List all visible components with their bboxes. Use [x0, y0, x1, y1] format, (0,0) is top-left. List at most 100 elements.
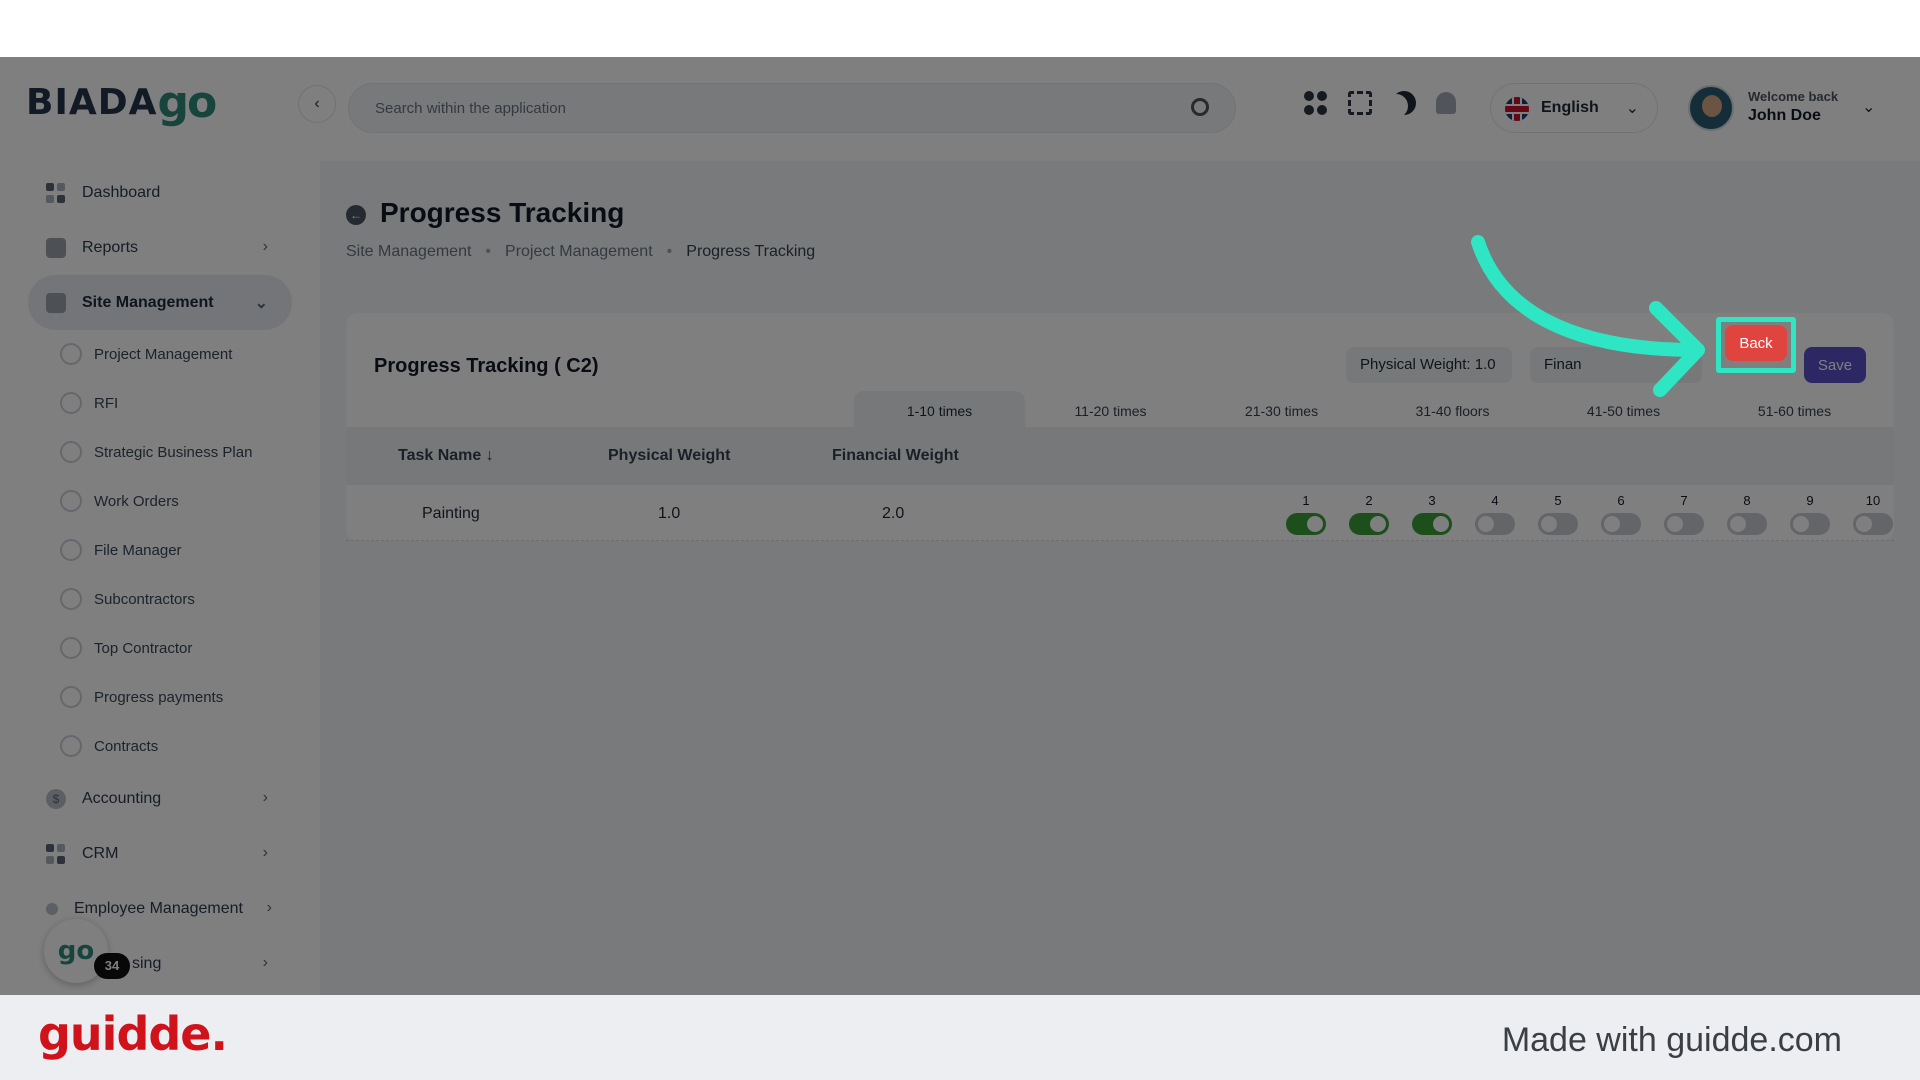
progress-toggle-10[interactable]: 10	[1853, 493, 1893, 537]
bell-icon[interactable]	[1436, 92, 1456, 114]
employee-icon	[46, 903, 58, 915]
back-arrow-icon[interactable]: ←	[346, 205, 366, 225]
toggle-number: 3	[1428, 493, 1436, 508]
sidebar-subitem-label: Strategic Business Plan	[94, 444, 253, 461]
tab-31-40[interactable]: 31-40 floors	[1367, 391, 1538, 427]
physical-weight-cell: 1.0	[658, 505, 681, 522]
breadcrumb-site-management[interactable]: Site Management	[346, 243, 471, 261]
sidebar-item-dashboard[interactable]: Dashboard	[28, 165, 292, 220]
toggle-switch[interactable]	[1853, 513, 1893, 535]
toggle-switch[interactable]	[1727, 513, 1767, 535]
toggle-switch[interactable]	[1601, 513, 1641, 535]
tab-41-50[interactable]: 41-50 times	[1538, 391, 1709, 427]
spotlight: Back	[1725, 325, 1793, 373]
progress-tracking-card: Progress Tracking ( C2) Physical Weight:…	[346, 313, 1894, 541]
progress-toggle-7[interactable]: 7	[1664, 493, 1704, 537]
tab-11-20[interactable]: 11-20 times	[1025, 391, 1196, 427]
toggle-switch[interactable]	[1664, 513, 1704, 535]
sidebar-subitem-label: Top Contractor	[94, 640, 193, 657]
progress-toggle-9[interactable]: 9	[1790, 493, 1830, 537]
toggle-number: 7	[1680, 493, 1688, 508]
progress-toggle-6[interactable]: 6	[1601, 493, 1641, 537]
chevron-right-icon: ›	[262, 238, 268, 255]
footer-bar: guidde. Made with guidde.com	[0, 995, 1920, 1080]
sidebar-subitem-project-management[interactable]: Project Management	[28, 330, 292, 379]
circle-icon	[60, 588, 82, 610]
user-menu[interactable]: Welcome back John Doe ⌄	[1688, 85, 1908, 135]
toggle-number: 2	[1365, 493, 1373, 508]
sidebar-item-accounting[interactable]: $ Accounting ›	[28, 771, 292, 826]
search-input[interactable]	[375, 84, 1155, 132]
breadcrumb-separator: •	[485, 243, 492, 260]
site-management-icon	[46, 293, 66, 313]
progress-toggle-4[interactable]: 4	[1475, 493, 1515, 537]
back-button[interactable]: Back	[1725, 325, 1787, 361]
task-name-cell: Painting	[422, 505, 480, 522]
sidebar-item-reports[interactable]: Reports ›	[28, 220, 292, 275]
sidebar-subitem-label: Work Orders	[94, 493, 179, 510]
toggle-switch[interactable]	[1349, 513, 1389, 535]
app-logo[interactable]: BIADA go	[26, 76, 217, 128]
progress-toggle-8[interactable]: 8	[1727, 493, 1767, 537]
tab-1-10[interactable]: 1-10 times	[854, 391, 1025, 427]
dark-mode-icon[interactable]	[1392, 91, 1416, 115]
chevron-right-icon: ›	[262, 789, 268, 806]
sidebar-subitem-label: RFI	[94, 395, 119, 412]
chevron-right-icon: ›	[266, 899, 272, 916]
breadcrumb-project-management[interactable]: Project Management	[505, 243, 653, 261]
chevron-down-icon: ⌄	[254, 295, 268, 312]
uk-flag-icon	[1505, 97, 1529, 121]
financial-weight-badge: Finan	[1530, 347, 1702, 383]
progress-toggle-5[interactable]: 5	[1538, 493, 1578, 537]
sort-down-icon: ↓	[485, 447, 494, 464]
chevron-left-icon[interactable]: ‹	[298, 85, 336, 123]
sidebar-subitem-subcontractors[interactable]: Subcontractors	[28, 575, 292, 624]
save-button[interactable]: Save	[1804, 347, 1866, 383]
sidebar: BIADA go Dashboard Reports › Site Managem…	[0, 57, 320, 995]
sidebar-subitem-work-orders[interactable]: Work Orders	[28, 477, 292, 526]
logo-text: BIADA	[26, 81, 158, 123]
apps-grid-icon[interactable]	[1304, 91, 1328, 115]
search-icon[interactable]	[1191, 98, 1209, 116]
column-task-name[interactable]: Task Name ↓	[398, 447, 494, 465]
language-selector[interactable]: English ⌄	[1490, 83, 1658, 133]
toggle-switch[interactable]	[1286, 513, 1326, 535]
sidebar-item-site-management[interactable]: Site Management ⌄	[28, 275, 292, 330]
tab-21-30[interactable]: 21-30 times	[1196, 391, 1367, 427]
financial-weight-cell: 2.0	[882, 505, 905, 522]
sidebar-item-label: Dashboard	[82, 183, 161, 201]
progress-toggle-1[interactable]: 1	[1286, 493, 1326, 537]
sidebar-subitem-file-manager[interactable]: File Manager	[28, 526, 292, 575]
made-with-text: Made with guidde.com	[1501, 1021, 1842, 1059]
toggle-switch[interactable]	[1538, 513, 1578, 535]
sidebar-item-label: Accounting	[82, 789, 162, 807]
crm-icon	[46, 844, 66, 864]
column-financial-weight: Financial Weight	[832, 447, 959, 464]
sidebar-subitem-contracts[interactable]: Contracts	[28, 722, 292, 771]
go-logo: go	[57, 936, 95, 966]
sidebar-subitem-progress-payments[interactable]: Progress payments	[28, 673, 292, 722]
circle-icon	[60, 637, 82, 659]
avatar	[1688, 85, 1734, 131]
toggle-switch[interactable]	[1790, 513, 1830, 535]
tab-51-60[interactable]: 51-60 times	[1709, 391, 1880, 427]
logo-go: go	[157, 76, 217, 128]
sidebar-subitem-strategic-business-plan[interactable]: Strategic Business Plan	[28, 428, 292, 477]
app-window: BIADA go Dashboard Reports › Site Managem…	[0, 57, 1920, 995]
circle-icon	[60, 343, 82, 365]
toggle-switch[interactable]	[1412, 513, 1452, 535]
chevron-down-icon: ⌄	[1625, 100, 1639, 117]
sidebar-subitem-rfi[interactable]: RFI	[28, 379, 292, 428]
circle-icon	[60, 441, 82, 463]
circle-icon	[60, 490, 82, 512]
toggle-switch[interactable]	[1475, 513, 1515, 535]
toggle-number: 5	[1554, 493, 1562, 508]
toggle-number: 9	[1806, 493, 1814, 508]
fullscreen-icon[interactable]	[1348, 91, 1372, 115]
progress-toggle-2[interactable]: 2	[1349, 493, 1389, 537]
progress-toggle-3[interactable]: 3	[1412, 493, 1452, 537]
page-title: Progress Tracking	[380, 197, 625, 228]
sidebar-subitem-top-contractor[interactable]: Top Contractor	[28, 624, 292, 673]
sidebar-item-crm[interactable]: CRM ›	[28, 826, 292, 881]
toggle-number: 8	[1743, 493, 1751, 508]
